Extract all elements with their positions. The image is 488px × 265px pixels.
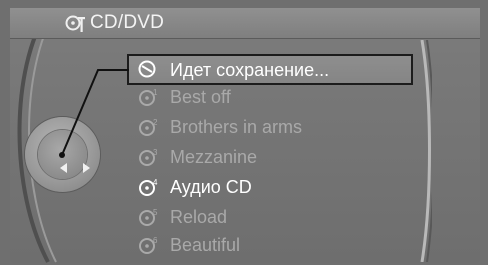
callout-pointer-line xyxy=(59,69,129,158)
